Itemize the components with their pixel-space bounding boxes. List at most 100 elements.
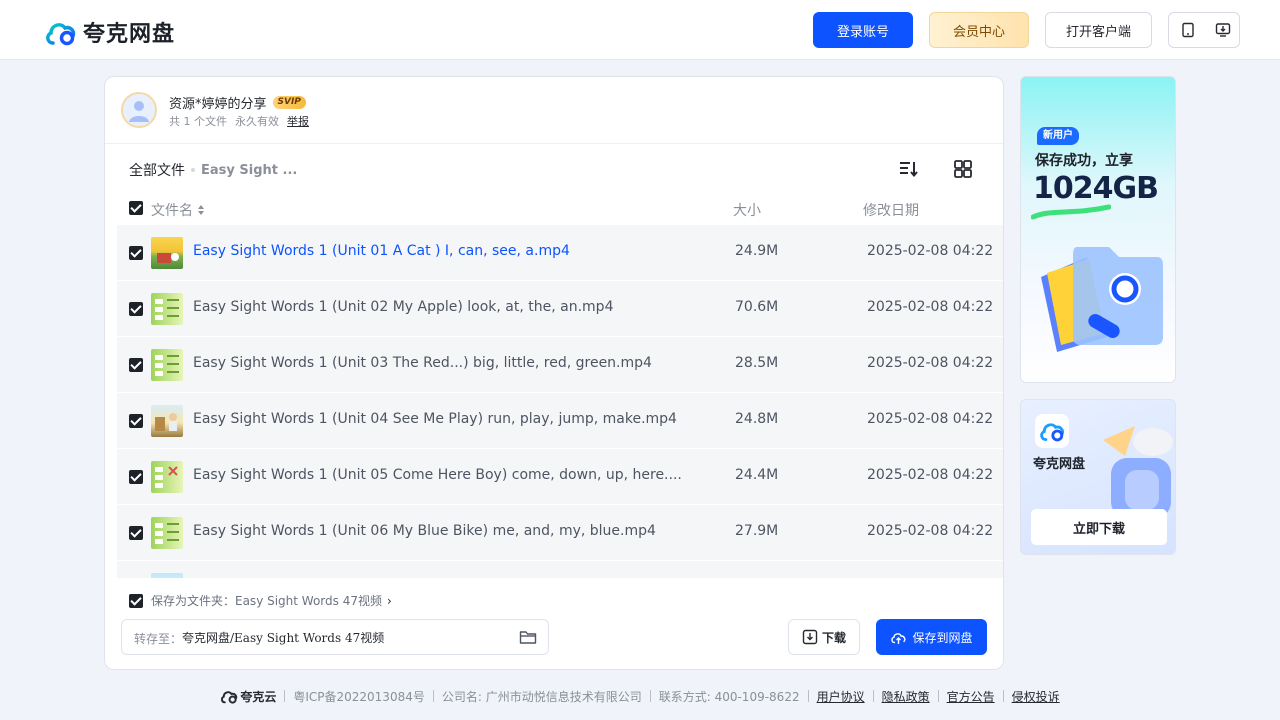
file-size: 28.5M: [735, 355, 779, 371]
save-as-folder-checkbox[interactable]: [129, 593, 143, 608]
footer-separator: [432, 690, 434, 702]
save-label: 保存到网盘: [912, 630, 973, 645]
vip-center-button[interactable]: 会员中心: [929, 12, 1029, 48]
file-list: Easy Sight Words 1 (Unit 01 A Cat ) I, c…: [117, 225, 1003, 578]
video-thumbnail: [151, 517, 183, 549]
video-thumbnail: [151, 461, 183, 493]
svip-badge: SVIP: [272, 96, 306, 109]
download-icon: [802, 629, 818, 645]
file-size: 70.6M: [735, 299, 779, 315]
file-name[interactable]: Easy Sight Words 1 (Unit 05 Come Here Bo…: [193, 467, 682, 483]
open-client-button[interactable]: 打开客户端: [1045, 12, 1152, 48]
footer-icp: 粤ICP备2022013084号: [293, 689, 425, 704]
logo-text: 夸克网盘: [83, 22, 176, 47]
file-name[interactable]: Easy Sight Words 1 (Unit 03 The Red...) …: [193, 355, 652, 371]
cloud-upload-icon: [891, 632, 906, 644]
user-agreement-link[interactable]: 用户协议: [817, 688, 865, 705]
row-checkbox[interactable]: [129, 246, 143, 260]
user-icon: [129, 101, 149, 122]
tablet-icon[interactable]: [1180, 22, 1196, 38]
file-size: 27.9M: [735, 523, 779, 539]
column-name-header[interactable]: 文件名: [151, 200, 205, 220]
monitor-download-icon[interactable]: [1215, 22, 1231, 38]
file-size: 24.9M: [735, 243, 779, 259]
footer-contact: 联系方式: 400-109-8622: [658, 689, 800, 704]
row-checkbox[interactable]: [129, 526, 143, 540]
table-row[interactable]: Easy Sight Words 1 (Unit 05 Come Here Bo…: [117, 449, 1003, 505]
login-button[interactable]: 登录账号: [813, 12, 913, 48]
promo-line: 保存成功，立享: [1035, 153, 1133, 169]
promo-banner-app[interactable]: 夸克网盘 立即下载: [1020, 399, 1176, 555]
quark-app-icon: [1035, 414, 1069, 448]
row-checkbox[interactable]: [129, 302, 143, 316]
file-name[interactable]: Easy Sight Words 1 (Unit 06 My Blue Bike…: [193, 523, 656, 539]
file-name[interactable]: Easy Sight Words 1 (Unit 02 My Apple) lo…: [193, 299, 613, 315]
quark-logo[interactable]: 夸克网盘: [45, 16, 175, 48]
announcement-link[interactable]: 官方公告: [947, 688, 995, 705]
column-size-header: 大小: [733, 203, 761, 219]
footer: 夸克云 粤ICP备2022013084号 公司名: 广州市动悦信息技术有限公司 …: [0, 686, 1280, 706]
video-thumbnail: [151, 293, 183, 325]
infringement-link[interactable]: 侵权投诉: [1012, 688, 1060, 705]
quark-logo-icon: [46, 22, 76, 45]
avatar: [121, 92, 157, 128]
select-all-checkbox[interactable]: [129, 201, 143, 215]
save-to-drive-button[interactable]: 保存到网盘: [876, 619, 987, 655]
file-date: 2025-02-08 04:22: [867, 355, 994, 371]
promo-banner-storage[interactable]: 新用户 保存成功，立享 1024GB: [1020, 76, 1176, 383]
video-thumbnail: [151, 349, 183, 381]
table-row[interactable]: Easy Sight Words 1 (Unit 06 My Blue Bike…: [117, 505, 1003, 561]
app-name: 夸克网盘: [1033, 457, 1086, 472]
share-meta: 共 1 个文件 永久有效 举报: [169, 113, 309, 129]
file-name[interactable]: Easy Sight Words 1 (Unit 04 See Me Play)…: [193, 411, 677, 427]
grid-view-icon[interactable]: [952, 158, 974, 180]
swoosh-decoration: [1031, 204, 1111, 220]
save-as-folder-label: 保存为文件夹：Easy Sight Words 47视频: [151, 594, 382, 608]
share-title-text: 资源*婷婷的分享: [169, 97, 267, 112]
file-date: 2025-02-08 04:22: [867, 299, 994, 315]
download-label: 下载: [821, 630, 846, 645]
row-checkbox[interactable]: [129, 470, 143, 484]
table-row[interactable]: Easy Sight Words 1 (Unit 01 A Cat ) I, c…: [117, 225, 1003, 281]
save-as-folder-toggle[interactable]: 保存为文件夹：Easy Sight Words 47视频 ›: [129, 592, 392, 609]
breadcrumb: 全部文件 Easy Sight ...: [129, 160, 297, 180]
column-name-label: 文件名: [151, 203, 193, 219]
chevron-right-icon: ›: [386, 593, 392, 608]
top-header: 夸克网盘 登录账号 会员中心 打开客户端: [0, 0, 1280, 60]
file-date: 2025-02-08 04:22: [867, 467, 994, 483]
file-size: 24.8M: [735, 411, 779, 427]
privacy-policy-link[interactable]: 隐私政策: [882, 688, 930, 705]
destination-field[interactable]: 转存至： 夸克网盘/Easy Sight Words 47视频: [121, 619, 549, 655]
column-date-header: 修改日期: [863, 203, 919, 219]
table-row[interactable]: Easy Sight Words 1 (Unit 02 My Apple) lo…: [117, 281, 1003, 337]
file-size: 24.4M: [735, 467, 779, 483]
quark-cloud-icon: [221, 690, 238, 704]
file-name[interactable]: Easy Sight Words 1 (Unit 01 A Cat ) I, c…: [193, 243, 570, 259]
footer-company: 公司名: 广州市动悦信息技术有限公司: [441, 689, 642, 704]
sort-icon[interactable]: [897, 158, 919, 180]
download-now-button[interactable]: 立即下载: [1031, 509, 1167, 545]
promo-capacity: 1024GB: [1033, 171, 1159, 206]
breadcrumb-separator: [191, 168, 195, 172]
file-date: 2025-02-08 04:22: [867, 411, 994, 427]
row-checkbox[interactable]: [129, 414, 143, 428]
breadcrumb-root[interactable]: 全部文件: [129, 160, 185, 180]
video-thumbnail: [151, 405, 183, 437]
footer-separator: [937, 690, 939, 702]
footer-separator: [807, 690, 809, 702]
table-row[interactable]: Easy Sight Words 1 (Unit 04 See Me Play)…: [117, 393, 1003, 449]
table-row-partial[interactable]: [117, 561, 1003, 578]
share-title: 资源*婷婷的分享 SVIP: [169, 93, 306, 112]
download-button[interactable]: 下载: [788, 619, 860, 655]
table-row[interactable]: Easy Sight Words 1 (Unit 03 The Red...) …: [117, 337, 1003, 393]
destination-path: 夸克网盘/Easy Sight Words 47视频: [182, 631, 385, 645]
footer-separator: [649, 690, 651, 702]
report-link[interactable]: 举报: [287, 113, 309, 129]
share-card: 资源*婷婷的分享 SVIP 共 1 个文件 永久有效 举报 全部文件 Easy …: [104, 76, 1004, 670]
app-illustration: [1103, 426, 1173, 518]
footer-separator: [872, 690, 874, 702]
row-checkbox[interactable]: [129, 358, 143, 372]
folder-icon[interactable]: [519, 629, 537, 645]
destination-label: 转存至：: [134, 632, 183, 646]
footer-brand-text: 夸克云: [240, 689, 277, 704]
